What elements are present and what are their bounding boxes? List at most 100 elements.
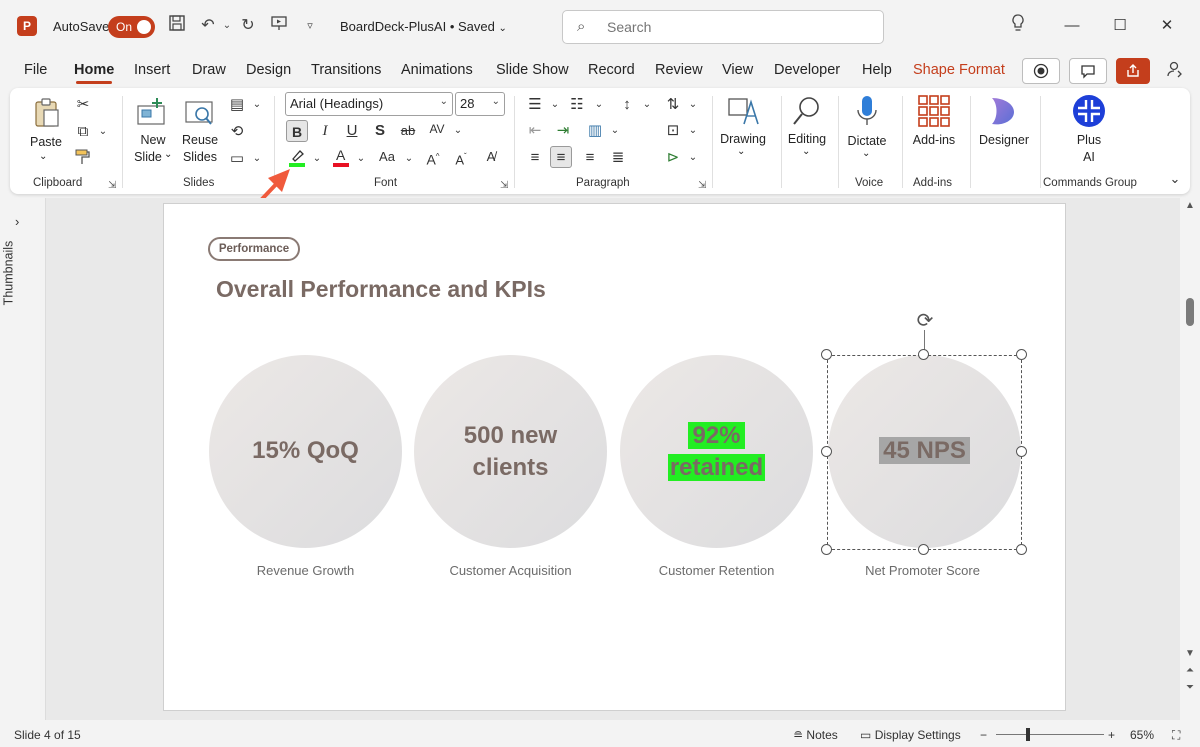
character-spacing-dropdown-icon[interactable]: ⌄	[447, 120, 469, 142]
tab-transitions[interactable]: Transitions	[311, 62, 381, 78]
search-box[interactable]: ⌕	[562, 10, 884, 44]
clipboard-launcher-icon[interactable]: ⇲	[108, 180, 116, 191]
align-right-icon[interactable]: ≡	[579, 147, 601, 169]
copy-icon[interactable]: ⧉	[72, 121, 94, 143]
smartart-dropdown-icon[interactable]: ⌄	[682, 147, 704, 169]
tab-file[interactable]: File	[24, 62, 47, 78]
resize-handle-sw[interactable]	[821, 544, 832, 555]
tab-record[interactable]: Record	[588, 62, 635, 78]
undo-dropdown-icon[interactable]: ⌄	[216, 14, 238, 38]
resize-handle-se[interactable]	[1016, 544, 1027, 555]
autosave-toggle[interactable]: On	[108, 16, 155, 38]
close-icon[interactable]: ✕	[1155, 14, 1179, 38]
columns-icon[interactable]: ▥	[584, 120, 606, 142]
zoom-in-icon[interactable]: +	[1108, 728, 1115, 742]
resize-handle-w[interactable]	[821, 446, 832, 457]
character-spacing-button[interactable]: AV	[426, 118, 448, 140]
tab-design[interactable]: Design	[246, 62, 291, 78]
numbering-icon[interactable]: ☷	[566, 94, 588, 116]
bullets-dropdown-icon[interactable]: ⌄	[544, 94, 566, 116]
cut-icon[interactable]: ✂	[72, 94, 94, 116]
align-text-icon[interactable]: ⊡	[662, 120, 684, 142]
scroll-up-icon[interactable]: ▲	[1184, 200, 1196, 211]
present-icon[interactable]	[268, 14, 290, 38]
record-button[interactable]	[1022, 58, 1060, 84]
maximize-icon[interactable]: ☐	[1108, 14, 1132, 38]
tab-developer[interactable]: Developer	[774, 62, 840, 78]
clear-formatting-icon[interactable]: A̸	[480, 146, 502, 168]
collapse-ribbon-icon[interactable]: ⌄	[1164, 168, 1186, 190]
layout-icon[interactable]: ▤	[226, 94, 248, 116]
increase-font-size-button[interactable]: A^	[422, 146, 444, 168]
tab-help[interactable]: Help	[862, 62, 892, 78]
thumbnails-panel[interactable]: › Thumbnails	[0, 198, 45, 718]
tab-home[interactable]: Home	[74, 62, 114, 84]
kpi-circle-retention[interactable]: 92% retained	[620, 355, 813, 548]
zoom-out-icon[interactable]: −	[980, 728, 987, 742]
align-center-icon[interactable]: ≡	[550, 146, 572, 168]
customize-qat-icon[interactable]: ▿	[299, 14, 321, 38]
increase-indent-icon[interactable]: ⇥	[552, 120, 574, 142]
tab-animations[interactable]: Animations	[401, 62, 473, 78]
resize-handle-s[interactable]	[918, 544, 929, 555]
tab-draw[interactable]: Draw	[192, 62, 226, 78]
rotate-handle-icon[interactable]: ⟳	[912, 308, 938, 334]
paragraph-launcher-icon[interactable]: ⇲	[698, 180, 706, 191]
format-painter-icon[interactable]	[72, 148, 94, 170]
redo-icon[interactable]: ↻	[237, 14, 259, 38]
expand-thumbnails-icon[interactable]: ›	[15, 214, 19, 229]
coauthor-icon[interactable]	[1163, 60, 1187, 84]
columns-dropdown-icon[interactable]: ⌄	[604, 120, 626, 142]
change-case-dropdown-icon[interactable]: ⌄	[398, 148, 420, 170]
bullets-icon[interactable]: ☰	[524, 94, 546, 116]
kpi-circle-revenue[interactable]: 15% QoQ	[209, 355, 402, 548]
strikethrough-button[interactable]: ab	[397, 120, 419, 142]
resize-handle-e[interactable]	[1016, 446, 1027, 457]
save-icon[interactable]	[166, 14, 188, 38]
minimize-icon[interactable]: —	[1060, 14, 1084, 38]
text-direction-dropdown-icon[interactable]: ⌄	[682, 94, 704, 116]
slide-title[interactable]: Overall Performance and KPIs	[216, 276, 546, 303]
notes-button[interactable]: ≘ Notes	[793, 728, 838, 742]
reset-slide-icon[interactable]: ⟲	[226, 121, 248, 143]
font-size-select[interactable]: 28 ⌄	[455, 92, 505, 116]
next-slide-icon[interactable]: ⏷	[1184, 682, 1196, 693]
vertical-scrollbar[interactable]: ▲ ▼ ⏶ ⏷	[1180, 198, 1200, 720]
previous-slide-icon[interactable]: ⏶	[1184, 665, 1196, 676]
layout-dropdown-icon[interactable]: ⌄	[246, 94, 268, 116]
shadow-button[interactable]: S	[369, 120, 391, 142]
font-family-select[interactable]: Arial (Headings) ⌄	[285, 92, 453, 116]
text-direction-icon[interactable]: ⇅	[662, 94, 684, 116]
italic-button[interactable]: I	[314, 120, 336, 142]
tab-shape-format[interactable]: Shape Format	[913, 62, 1005, 78]
decrease-indent-icon[interactable]: ⇤	[524, 120, 546, 142]
line-spacing-dropdown-icon[interactable]: ⌄	[636, 94, 658, 116]
align-text-dropdown-icon[interactable]: ⌄	[682, 120, 704, 142]
comments-button[interactable]	[1069, 58, 1107, 84]
kpi-circle-acquisition[interactable]: 500 new clients	[414, 355, 607, 548]
copy-dropdown-icon[interactable]: ⌄	[92, 121, 114, 143]
scroll-down-icon[interactable]: ▼	[1184, 648, 1196, 659]
tab-view[interactable]: View	[722, 62, 753, 78]
tab-review[interactable]: Review	[655, 62, 703, 78]
bold-button[interactable]: B	[286, 120, 308, 142]
zoom-level[interactable]: 65%	[1130, 728, 1154, 742]
resize-handle-n[interactable]	[918, 349, 929, 360]
change-case-button[interactable]: Aa	[374, 146, 400, 168]
document-title[interactable]: BoardDeck-PlusAI • Saved ⌄	[340, 19, 507, 34]
slide-canvas[interactable]: Performance Overall Performance and KPIs…	[163, 203, 1066, 711]
share-button[interactable]	[1116, 58, 1150, 84]
zoom-slider-thumb[interactable]	[1026, 728, 1030, 741]
decrease-font-size-button[interactable]: Aˇ	[450, 146, 472, 168]
numbering-dropdown-icon[interactable]: ⌄	[588, 94, 610, 116]
resize-handle-nw[interactable]	[821, 349, 832, 360]
justify-icon[interactable]: ≣	[607, 147, 629, 169]
lightbulb-icon[interactable]	[1006, 14, 1030, 38]
smartart-icon[interactable]: ⊳	[662, 147, 684, 169]
zoom-slider[interactable]	[996, 734, 1104, 735]
fit-to-window-icon[interactable]: ⛶	[1172, 728, 1180, 743]
font-launcher-icon[interactable]: ⇲	[500, 180, 508, 191]
align-left-icon[interactable]: ≡	[524, 147, 546, 169]
tab-insert[interactable]: Insert	[134, 62, 170, 78]
section-tag[interactable]: Performance	[208, 237, 300, 261]
